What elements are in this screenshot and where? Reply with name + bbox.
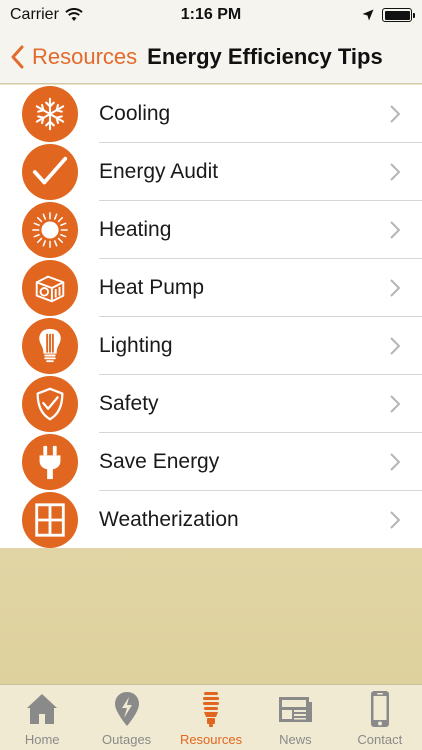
tab-label: Contact — [357, 732, 403, 747]
list-item-label: Heat Pump — [99, 276, 205, 299]
list-item-label: Cooling — [99, 102, 171, 125]
status-left: Carrier — [10, 6, 150, 24]
heat-pump-icon — [22, 260, 78, 316]
battery-level — [384, 10, 410, 20]
lightbulb-icon — [22, 318, 78, 374]
list-item-label: Weatherization — [99, 508, 239, 531]
chevron-right-icon — [390, 279, 400, 297]
tab-home[interactable]: Home — [0, 685, 84, 750]
list-item-label: Heating — [99, 218, 172, 241]
shield-check-icon — [22, 376, 78, 432]
chevron-right-icon — [390, 453, 400, 471]
list-item-label: Save Energy — [99, 450, 220, 473]
battery-icon — [382, 8, 415, 22]
tab-label: Resources — [179, 732, 243, 747]
status-bar: Carrier 1:16 PM — [0, 0, 422, 30]
list-item-label: Lighting — [99, 334, 173, 357]
list-item-heating[interactable]: Heating — [0, 201, 422, 259]
tips-list: Cooling Energy Audit Heating Heat Pump L… — [0, 85, 422, 548]
chevron-right-icon — [390, 395, 400, 413]
sun-icon — [22, 202, 78, 258]
tab-label: Outages — [102, 732, 152, 747]
window-icon — [22, 492, 78, 548]
tab-label: Home — [24, 732, 60, 747]
list-item-label: Energy Audit — [99, 160, 219, 183]
cfl-bulb-icon — [203, 692, 220, 727]
list-item-weatherization[interactable]: Weatherization — [0, 491, 422, 549]
list-item-heat-pump[interactable]: Heat Pump — [0, 259, 422, 317]
status-time: 1:16 PM — [180, 6, 242, 23]
back-label: Resources — [32, 43, 138, 69]
nav-bar: Resources Energy Efficiency Tips — [0, 30, 422, 84]
back-button[interactable]: Resources — [0, 44, 137, 70]
phone-icon — [370, 691, 389, 727]
chevron-right-icon — [390, 511, 400, 529]
list-item-cooling[interactable]: Cooling — [0, 85, 422, 143]
house-icon — [27, 694, 58, 724]
wifi-icon — [65, 8, 83, 21]
location-arrow-icon — [362, 9, 374, 21]
tab-resources[interactable]: Resources — [169, 685, 253, 750]
checkmark-icon — [22, 144, 78, 200]
carrier-label: Carrier — [10, 6, 59, 23]
tab-contact[interactable]: Contact — [338, 685, 422, 750]
plug-icon — [22, 434, 78, 490]
list-item-energy-audit[interactable]: Energy Audit — [0, 143, 422, 201]
page-title: Energy Efficiency Tips — [147, 43, 383, 69]
newspaper-icon — [279, 697, 313, 722]
chevron-right-icon — [390, 221, 400, 239]
list-item-safety[interactable]: Safety — [0, 375, 422, 433]
chevron-right-icon — [390, 105, 400, 123]
chevron-left-icon — [11, 45, 24, 68]
map-pin-bolt-icon — [114, 692, 139, 726]
list-item-label: Safety — [99, 392, 159, 415]
tab-outages[interactable]: Outages — [84, 685, 168, 750]
list-item-save-energy[interactable]: Save Energy — [0, 433, 422, 491]
tab-bar: Home Outages Resources News Contact — [0, 684, 422, 750]
status-right — [272, 8, 415, 22]
tab-label: News — [279, 732, 312, 747]
chevron-right-icon — [390, 163, 400, 181]
tab-news[interactable]: News — [253, 685, 337, 750]
snowflake-icon — [22, 86, 78, 142]
list-item-lighting[interactable]: Lighting — [0, 317, 422, 375]
chevron-right-icon — [390, 337, 400, 355]
